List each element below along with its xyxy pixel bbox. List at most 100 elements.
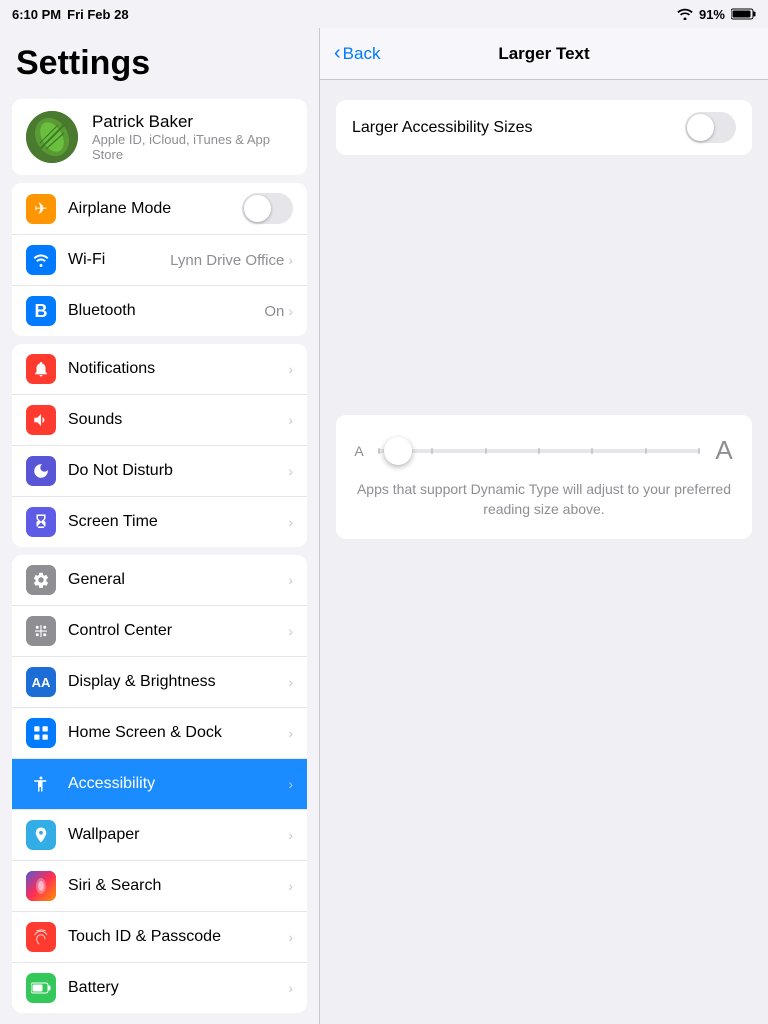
general-label: General bbox=[68, 571, 288, 589]
chevron-display: › bbox=[288, 674, 293, 690]
chevron-right-icon: › bbox=[288, 252, 293, 268]
chevron-dnd: › bbox=[288, 463, 293, 479]
accessibility-label: Accessibility bbox=[68, 775, 288, 793]
sidebar-item-sounds[interactable]: Sounds › bbox=[12, 395, 307, 446]
sidebar-item-siri-search[interactable]: Siri & Search › bbox=[12, 861, 307, 912]
larger-accessibility-sizes-label: Larger Accessibility Sizes bbox=[352, 119, 685, 137]
control-center-label: Control Center bbox=[68, 622, 288, 640]
avatar-image bbox=[26, 111, 78, 163]
chevron-cc: › bbox=[288, 623, 293, 639]
font-size-slider-track bbox=[378, 449, 700, 453]
sidebar-item-notifications[interactable]: Notifications › bbox=[12, 344, 307, 395]
notifications-label: Notifications bbox=[68, 360, 288, 378]
detail-panel: ‹ Back Larger Text Larger Accessibility … bbox=[320, 28, 768, 1024]
sidebar-item-touch-id-passcode[interactable]: Touch ID & Passcode › bbox=[12, 912, 307, 963]
slider-a-large: A bbox=[712, 435, 736, 466]
detail-header: ‹ Back Larger Text bbox=[320, 28, 768, 80]
wallpaper-icon bbox=[26, 820, 56, 850]
profile-info: Patrick Baker Apple ID, iCloud, iTunes &… bbox=[92, 112, 293, 162]
bluetooth-value: On bbox=[264, 303, 284, 320]
battery-setting-icon bbox=[26, 973, 56, 1003]
chevron-notifications: › bbox=[288, 361, 293, 377]
sidebar: Settings Patrick Baker A bbox=[0, 28, 320, 1024]
profile-name: Patrick Baker bbox=[92, 112, 293, 132]
tick-1 bbox=[378, 448, 380, 454]
airplane-mode-label: Airplane Mode bbox=[68, 200, 242, 218]
touch-id-passcode-icon bbox=[26, 922, 56, 952]
back-chevron-icon: ‹ bbox=[334, 43, 341, 63]
sounds-label: Sounds bbox=[68, 411, 288, 429]
sidebar-item-accessibility[interactable]: Accessibility › bbox=[12, 759, 307, 810]
back-button[interactable]: ‹ Back bbox=[334, 44, 380, 64]
sidebar-item-bluetooth[interactable]: B Bluetooth On › bbox=[12, 286, 307, 336]
status-time: 6:10 PM bbox=[12, 7, 61, 22]
display-brightness-icon: AA bbox=[26, 667, 56, 697]
status-right: 91% bbox=[677, 7, 756, 22]
chevron-right-icon-bt: › bbox=[288, 303, 293, 319]
wifi-value: Lynn Drive Office bbox=[170, 252, 284, 269]
connectivity-group: ✈ Airplane Mode Wi-Fi Lynn Drive Office bbox=[12, 183, 307, 336]
chevron-battery: › bbox=[288, 980, 293, 996]
sounds-icon bbox=[26, 405, 56, 435]
notifications-icon bbox=[26, 354, 56, 384]
sidebar-item-home-screen-dock[interactable]: Home Screen & Dock › bbox=[12, 708, 307, 759]
avatar bbox=[26, 111, 78, 163]
sidebar-item-control-center[interactable]: Control Center › bbox=[12, 606, 307, 657]
slider-container: A A bbox=[352, 435, 736, 466]
chevron-home-screen: › bbox=[288, 725, 293, 741]
chevron-access: › bbox=[288, 776, 293, 792]
bluetooth-label: Bluetooth bbox=[68, 302, 264, 320]
tick-3 bbox=[485, 448, 487, 454]
status-date: Fri Feb 28 bbox=[67, 7, 128, 22]
sidebar-item-wifi[interactable]: Wi-Fi Lynn Drive Office › bbox=[12, 235, 307, 286]
accessibility-icon bbox=[26, 769, 56, 799]
larger-accessibility-sizes-row: Larger Accessibility Sizes bbox=[336, 100, 752, 155]
wifi-setting-icon bbox=[26, 245, 56, 275]
airplane-mode-icon: ✈ bbox=[26, 194, 56, 224]
spacer bbox=[336, 175, 752, 415]
do-not-disturb-icon bbox=[26, 456, 56, 486]
sidebar-item-battery[interactable]: Battery › bbox=[12, 963, 307, 1013]
sidebar-item-general[interactable]: General › bbox=[12, 555, 307, 606]
sidebar-item-airplane-mode[interactable]: ✈ Airplane Mode bbox=[12, 183, 307, 235]
chevron-wallpaper: › bbox=[288, 827, 293, 843]
tick-6 bbox=[645, 448, 647, 454]
sidebar-item-do-not-disturb[interactable]: Do Not Disturb › bbox=[12, 446, 307, 497]
main-layout: Settings Patrick Baker A bbox=[0, 28, 768, 1024]
sidebar-item-display-brightness[interactable]: AA Display & Brightness › bbox=[12, 657, 307, 708]
slider-description: Apps that support Dynamic Type will adju… bbox=[352, 480, 736, 519]
wifi-icon bbox=[677, 8, 693, 20]
status-bar: 6:10 PM Fri Feb 28 91% bbox=[0, 0, 768, 28]
notifications-group: Notifications › Sounds › Do Not Disturb … bbox=[12, 344, 307, 547]
bluetooth-icon: B bbox=[26, 296, 56, 326]
do-not-disturb-label: Do Not Disturb bbox=[68, 462, 288, 480]
detail-content: Larger Accessibility Sizes A bbox=[320, 80, 768, 1024]
display-brightness-label: Display & Brightness bbox=[68, 673, 288, 691]
toggle-knob-accessibility bbox=[687, 114, 714, 141]
slider-a-small: A bbox=[352, 443, 366, 459]
font-size-slider-thumb[interactable] bbox=[384, 437, 412, 465]
battery-icon bbox=[731, 8, 756, 20]
system-group: General › Control Center › AA Display & … bbox=[12, 555, 307, 1013]
home-screen-dock-icon bbox=[26, 718, 56, 748]
profile-subtitle: Apple ID, iCloud, iTunes & App Store bbox=[92, 132, 293, 162]
tick-2 bbox=[431, 448, 433, 454]
airplane-mode-toggle[interactable] bbox=[242, 193, 293, 224]
back-label: Back bbox=[343, 44, 381, 64]
slider-section: A A App bbox=[336, 415, 752, 539]
sidebar-item-wallpaper[interactable]: Wallpaper › bbox=[12, 810, 307, 861]
tick-7 bbox=[698, 448, 700, 454]
larger-accessibility-sizes-toggle[interactable] bbox=[685, 112, 736, 143]
detail-title: Larger Text bbox=[498, 44, 589, 64]
tick-5 bbox=[591, 448, 593, 454]
control-center-icon bbox=[26, 616, 56, 646]
chevron-screen-time: › bbox=[288, 514, 293, 530]
home-screen-dock-label: Home Screen & Dock bbox=[68, 724, 288, 742]
toggle-knob bbox=[244, 195, 271, 222]
profile-row[interactable]: Patrick Baker Apple ID, iCloud, iTunes &… bbox=[12, 99, 307, 175]
sidebar-item-screen-time[interactable]: Screen Time › bbox=[12, 497, 307, 547]
touch-id-passcode-label: Touch ID & Passcode bbox=[68, 928, 288, 946]
slider-ticks bbox=[378, 448, 700, 454]
wifi-label: Wi-Fi bbox=[68, 251, 170, 269]
profile-group: Patrick Baker Apple ID, iCloud, iTunes &… bbox=[12, 99, 307, 175]
